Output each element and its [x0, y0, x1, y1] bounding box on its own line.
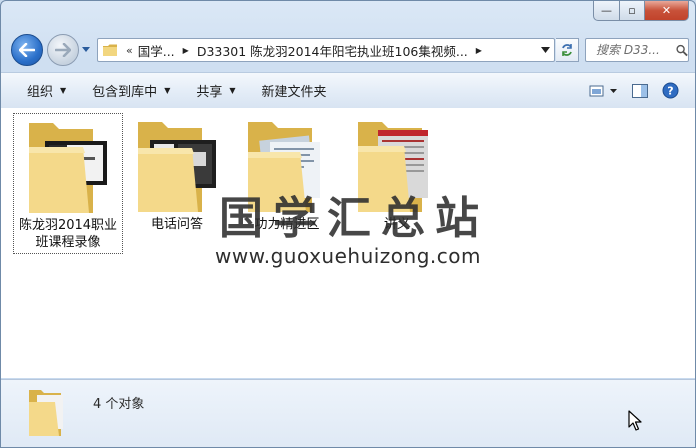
search-input[interactable] [594, 42, 676, 58]
help-button[interactable]: ? [657, 79, 683, 103]
include-in-library-label: 包含到库中 [92, 85, 158, 100]
breadcrumb-item[interactable]: 国学... [138, 41, 175, 60]
folder-item[interactable]: 陈龙羽2014职业班课程录像 [13, 113, 123, 254]
forward-arrow-icon [55, 43, 71, 57]
folder-item[interactable]: 功力精进区 [233, 113, 341, 235]
help-icon: ? [662, 82, 678, 99]
folder-label: 讲义 [383, 217, 410, 232]
breadcrumb-overflow[interactable]: « [126, 44, 133, 57]
folder-icon [103, 44, 117, 56]
back-button[interactable] [11, 34, 43, 66]
folder-item[interactable]: 讲义 [343, 113, 451, 235]
breadcrumb-item[interactable]: D33301 陈龙羽2014年阳宅执业班106集视频... [197, 41, 468, 60]
document-folder-icon [242, 116, 332, 216]
refresh-button[interactable] [556, 38, 579, 62]
preview-pane-icon [632, 83, 648, 98]
video-folder-icon [23, 117, 113, 217]
explorer-window: — ▫ ✕ « 国学... ▶ D33301 陈龙羽2014年阳宅执业班106集… [0, 0, 696, 448]
caption-buttons: — ▫ ✕ [593, 1, 689, 21]
change-view-button[interactable] [585, 79, 623, 103]
mouse-cursor-icon [628, 410, 642, 431]
view-icon [589, 85, 617, 96]
recent-pages-dropdown-icon[interactable] [81, 44, 91, 54]
document-folder-icon [352, 116, 442, 216]
search-box[interactable] [585, 38, 689, 62]
organize-menu[interactable]: 组织 ▼ [17, 73, 76, 108]
forward-button[interactable] [47, 34, 79, 66]
navigation-bar: « 国学... ▶ D33301 陈龙羽2014年阳宅执业班106集视频... … [1, 31, 695, 69]
chevron-down-icon: ▼ [60, 86, 67, 95]
item-count: 4 个对象 [93, 397, 145, 412]
file-list[interactable]: 陈龙羽2014职业班课程录像 电话问答 功力精进区 讲义 国学汇总站 www.g… [1, 108, 695, 378]
share-menu[interactable]: 共享 ▼ [186, 73, 245, 108]
address-bar[interactable]: « 国学... ▶ D33301 陈龙羽2014年阳宅执业班106集视频... … [97, 38, 555, 62]
maximize-button[interactable]: ▫ [620, 1, 645, 21]
video-folder-icon [132, 116, 222, 216]
search-icon[interactable] [676, 44, 688, 57]
include-in-library-menu[interactable]: 包含到库中 ▼ [82, 73, 180, 108]
folder-label: 电话问答 [150, 217, 203, 232]
chevron-down-icon: ▼ [229, 86, 236, 95]
address-dropdown-icon[interactable] [541, 46, 550, 54]
minimize-button[interactable]: — [593, 1, 620, 21]
chevron-down-icon: ▼ [164, 86, 171, 95]
view-controls: ? [585, 73, 695, 108]
share-label: 共享 [196, 85, 223, 100]
folder-label: 陈龙羽2014职业班课程录像 [18, 218, 118, 250]
folder-label: 功力精进区 [254, 217, 320, 232]
refresh-icon [562, 44, 572, 56]
close-button[interactable]: ✕ [645, 1, 689, 21]
organize-label: 组织 [27, 85, 54, 100]
new-folder-button[interactable]: 新建文件夹 [252, 73, 337, 108]
folder-icon [29, 390, 63, 436]
breadcrumb-separator-icon[interactable]: ▶ [476, 46, 482, 55]
new-folder-label: 新建文件夹 [261, 85, 327, 100]
details-pane: 4 个对象 [1, 379, 695, 447]
back-arrow-icon [19, 43, 35, 57]
folder-item[interactable]: 电话问答 [123, 113, 231, 235]
command-bar: 组织 ▼ 包含到库中 ▼ 共享 ▼ 新建文件夹 ? [1, 72, 695, 109]
breadcrumb-separator-icon[interactable]: ▶ [183, 46, 189, 55]
preview-pane-button[interactable] [627, 79, 653, 103]
svg-text:?: ? [667, 85, 673, 98]
